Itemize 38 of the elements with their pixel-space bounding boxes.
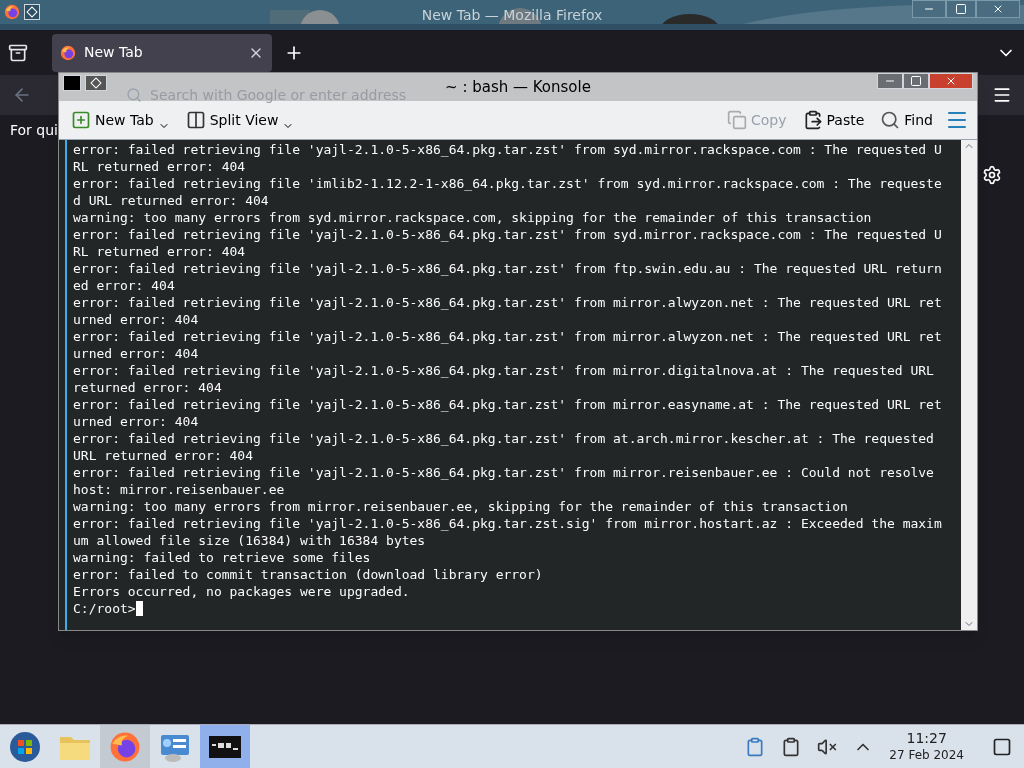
terminal-line: host: mirror.reisenbauer.ee bbox=[73, 481, 286, 498]
terminal-line: um allowed file size (16384) with 16384 bytes bbox=[73, 532, 427, 549]
terminal-line: warning: failed to retrieve some files bbox=[73, 549, 372, 566]
window-title: New Tab — Mozilla Firefox bbox=[421, 5, 603, 25]
terminal-line: d URL returned error: 404 bbox=[73, 192, 270, 209]
terminal-line: urned error: 404 bbox=[73, 413, 200, 430]
terminal-line: error: failed retrieving file 'yajl-2.1.0-5-x86_64.pkg.tar.zst' from syd.mirror.rackspace.com : The requested U bbox=[73, 226, 943, 243]
terminal-line: error: failed retrieving file 'yajl-2.1.0-5-x86_64.pkg.tar.zst' from mirror.reisenbauer.ee : Could not resolve bbox=[73, 464, 935, 481]
terminal-line: urned error: 404 bbox=[73, 311, 200, 328]
clock-date: 27 Feb 2024 bbox=[889, 747, 964, 763]
terminal-line: error: failed retrieving file 'imlib2-1.12.2-1-x86_64.pkg.tar.zst' from syd.mirror.rackspace.com : The requeste bbox=[73, 175, 943, 192]
browser-tab[interactable]: New Tab bbox=[52, 33, 272, 72]
terminal-line: warning: too many errors from syd.mirror.rackspace.com, skipping for the remainder of this transaction bbox=[73, 209, 873, 226]
window-title: ~ : bash — Konsole bbox=[445, 76, 591, 98]
terminal-line: urned error: 404 bbox=[73, 345, 200, 362]
terminal-prompt: C:/root> bbox=[73, 600, 136, 617]
terminal-line: error: failed retrieving file 'yajl-2.1.0-5-x86_64.pkg.tar.zst' from syd.mirror.rackspace.com : The requested U bbox=[73, 141, 943, 158]
page-text: For qui bbox=[9, 121, 58, 140]
terminal-line: warning: too many errors from mirror.reisenbauer.ee, skipping for the remainder of this transaction bbox=[73, 498, 849, 515]
terminal-line: returned error: 404 bbox=[73, 379, 223, 396]
terminal-line: RL returned error: 404 bbox=[73, 243, 247, 260]
terminal-line: error: failed retrieving file 'yajl-2.1.0-5-x86_64.pkg.tar.zst' from mirror.easyname.at : The requested URL ret bbox=[73, 396, 943, 413]
terminal-line: error: failed retrieving file 'yajl-2.1.0-5-x86_64.pkg.tar.zst.sig' from mirror.hostart.az : Exceeded the maxim bbox=[73, 515, 943, 532]
terminal-line: ed error: 404 bbox=[73, 277, 176, 294]
terminal-line: Errors occurred, no packages were upgraded. bbox=[73, 583, 411, 600]
clock-time: 11:27 bbox=[906, 730, 947, 748]
toolbar-button[interactable]: Paste bbox=[798, 105, 869, 135]
terminal-line: error: failed retrieving file 'yajl-2.1.0-5-x86_64.pkg.tar.zst' from mirror.digitalnova.at : The requested URL bbox=[73, 362, 935, 379]
terminal-line: error: failed retrieving file 'yajl-2.1.0-5-x86_64.pkg.tar.zst' from mirror.alwyzon.net : The requested URL ret bbox=[73, 328, 943, 345]
toolbar-button[interactable]: Find bbox=[876, 105, 937, 135]
terminal-line: error: failed retrieving file 'yajl-2.1.0-5-x86_64.pkg.tar.zst' from mirror.alwyzon.net : The requested URL ret bbox=[73, 294, 943, 311]
terminal-line: error: failed retrieving file 'yajl-2.1.0-5-x86_64.pkg.tar.zst' from at.arch.mirror.kescher.at : The requested bbox=[73, 430, 935, 447]
terminal-line: URL returned error: 404 bbox=[73, 447, 254, 464]
toolbar-button[interactable]: Split View bbox=[181, 105, 299, 135]
terminal-line: RL returned error: 404 bbox=[73, 158, 247, 175]
terminal-line: error: failed retrieving file 'yajl-2.1.0-5-x86_64.pkg.tar.zst' from ftp.swin.edu.au : The requested URL return bbox=[73, 260, 943, 277]
toolbar-button[interactable]: New Tab bbox=[67, 105, 174, 135]
terminal-line: error: failed to commit transaction (download library error) bbox=[73, 566, 544, 583]
